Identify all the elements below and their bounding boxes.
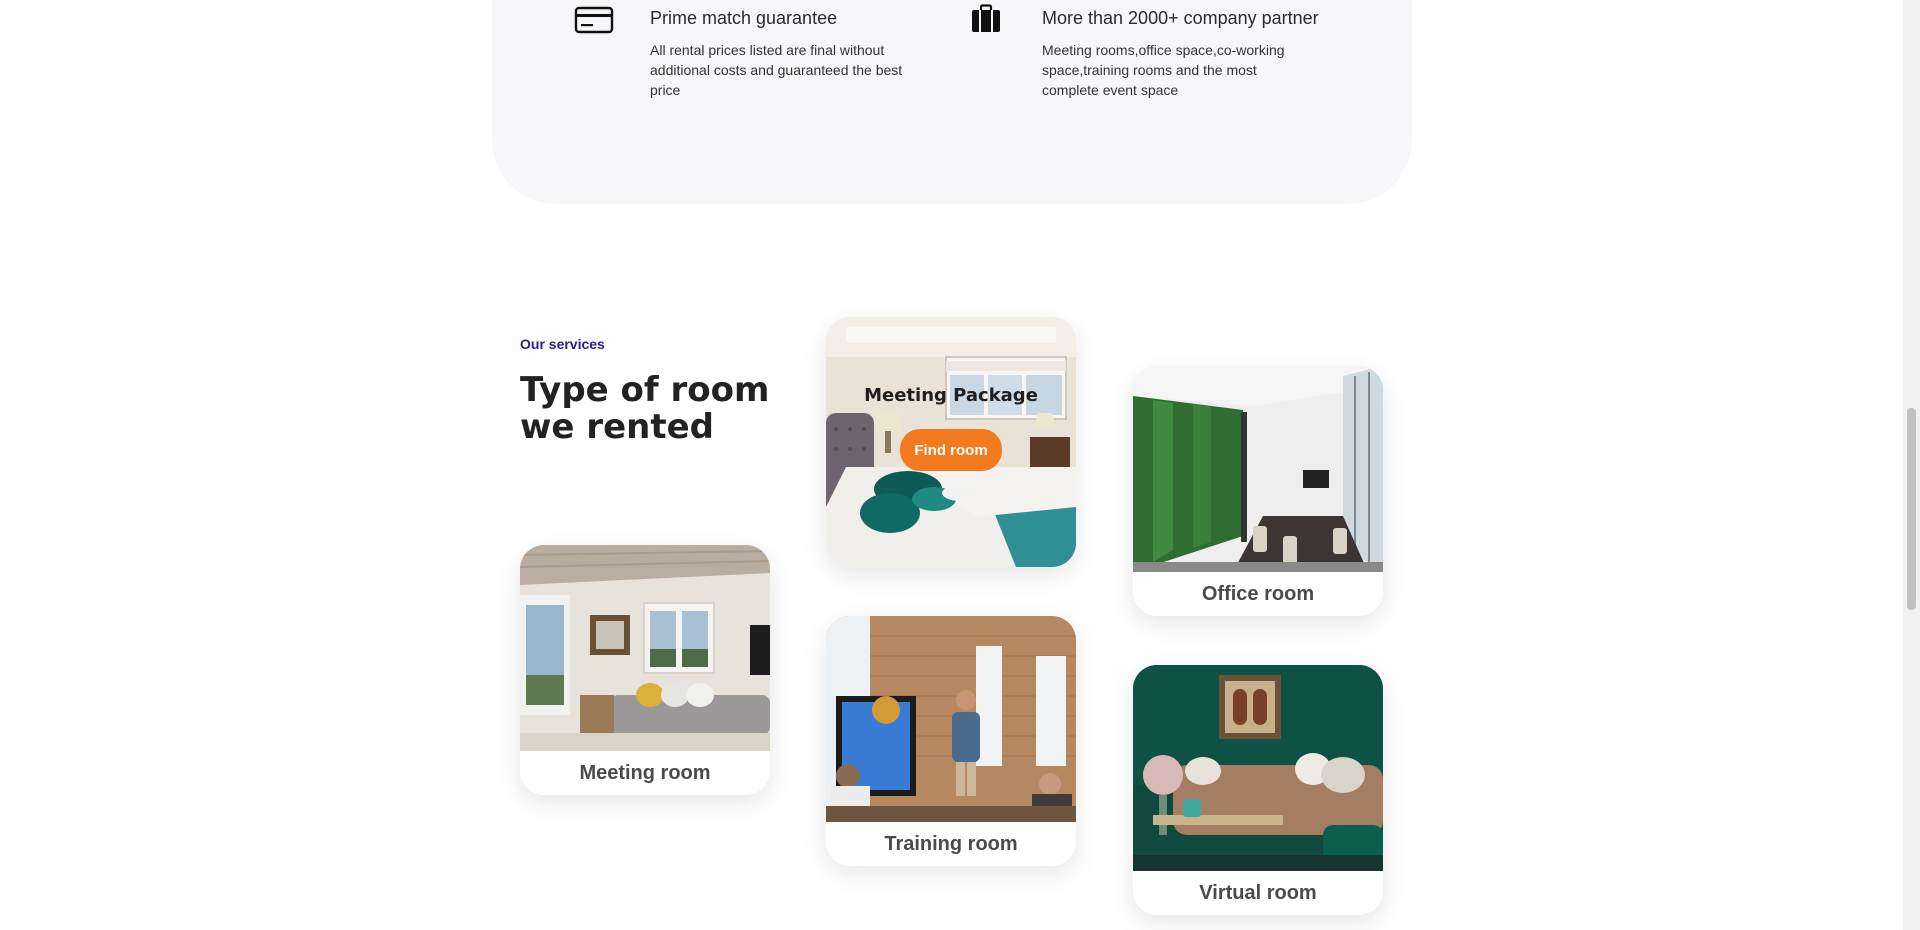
- living-room-photo: [520, 545, 770, 751]
- page: Prime match guarantee All rental prices …: [0, 0, 1920, 930]
- room-card-office[interactable]: Office room: [1133, 366, 1383, 616]
- virtual-room-photo: [1133, 665, 1383, 871]
- find-room-button[interactable]: Find room: [900, 429, 1002, 471]
- room-card-label: Training room: [884, 833, 1018, 855]
- feature-description: All rental prices listed are final witho…: [650, 42, 903, 98]
- scrollbar-thumb[interactable]: [1907, 408, 1916, 610]
- services-eyebrow: Our services: [520, 336, 605, 352]
- room-card-label: Virtual room: [1199, 882, 1317, 904]
- credit-card-icon: [574, 6, 614, 34]
- room-card-meeting[interactable]: Meeting room: [520, 545, 770, 795]
- services-title: Type of room we rented: [520, 370, 770, 447]
- room-card-photo: [1133, 366, 1383, 572]
- training-room-photo: [826, 616, 1076, 822]
- meeting-package-title: Meeting Package: [864, 385, 1038, 406]
- feature-title: Prime match guarantee: [650, 8, 838, 28]
- features-panel: [492, 0, 1412, 204]
- page-scrollbar[interactable]: [1903, 0, 1920, 930]
- feature-title: More than 2000+ company partner: [1042, 8, 1319, 28]
- office-room-photo: [1133, 366, 1383, 572]
- feature-description: Meeting rooms,office space,co-working sp…: [1042, 42, 1285, 98]
- briefcase-icon: [972, 4, 1000, 32]
- room-card-photo: [826, 616, 1076, 822]
- room-card-photo: [1133, 665, 1383, 871]
- room-card-training[interactable]: Training room: [826, 616, 1076, 866]
- room-card-label: Office room: [1201, 583, 1315, 605]
- room-card-virtual[interactable]: Virtual room: [1133, 665, 1383, 915]
- room-card-label: Meeting room: [579, 762, 711, 784]
- room-card-photo: [520, 545, 770, 751]
- meeting-package-card[interactable]: Meeting Package Find room: [826, 317, 1076, 567]
